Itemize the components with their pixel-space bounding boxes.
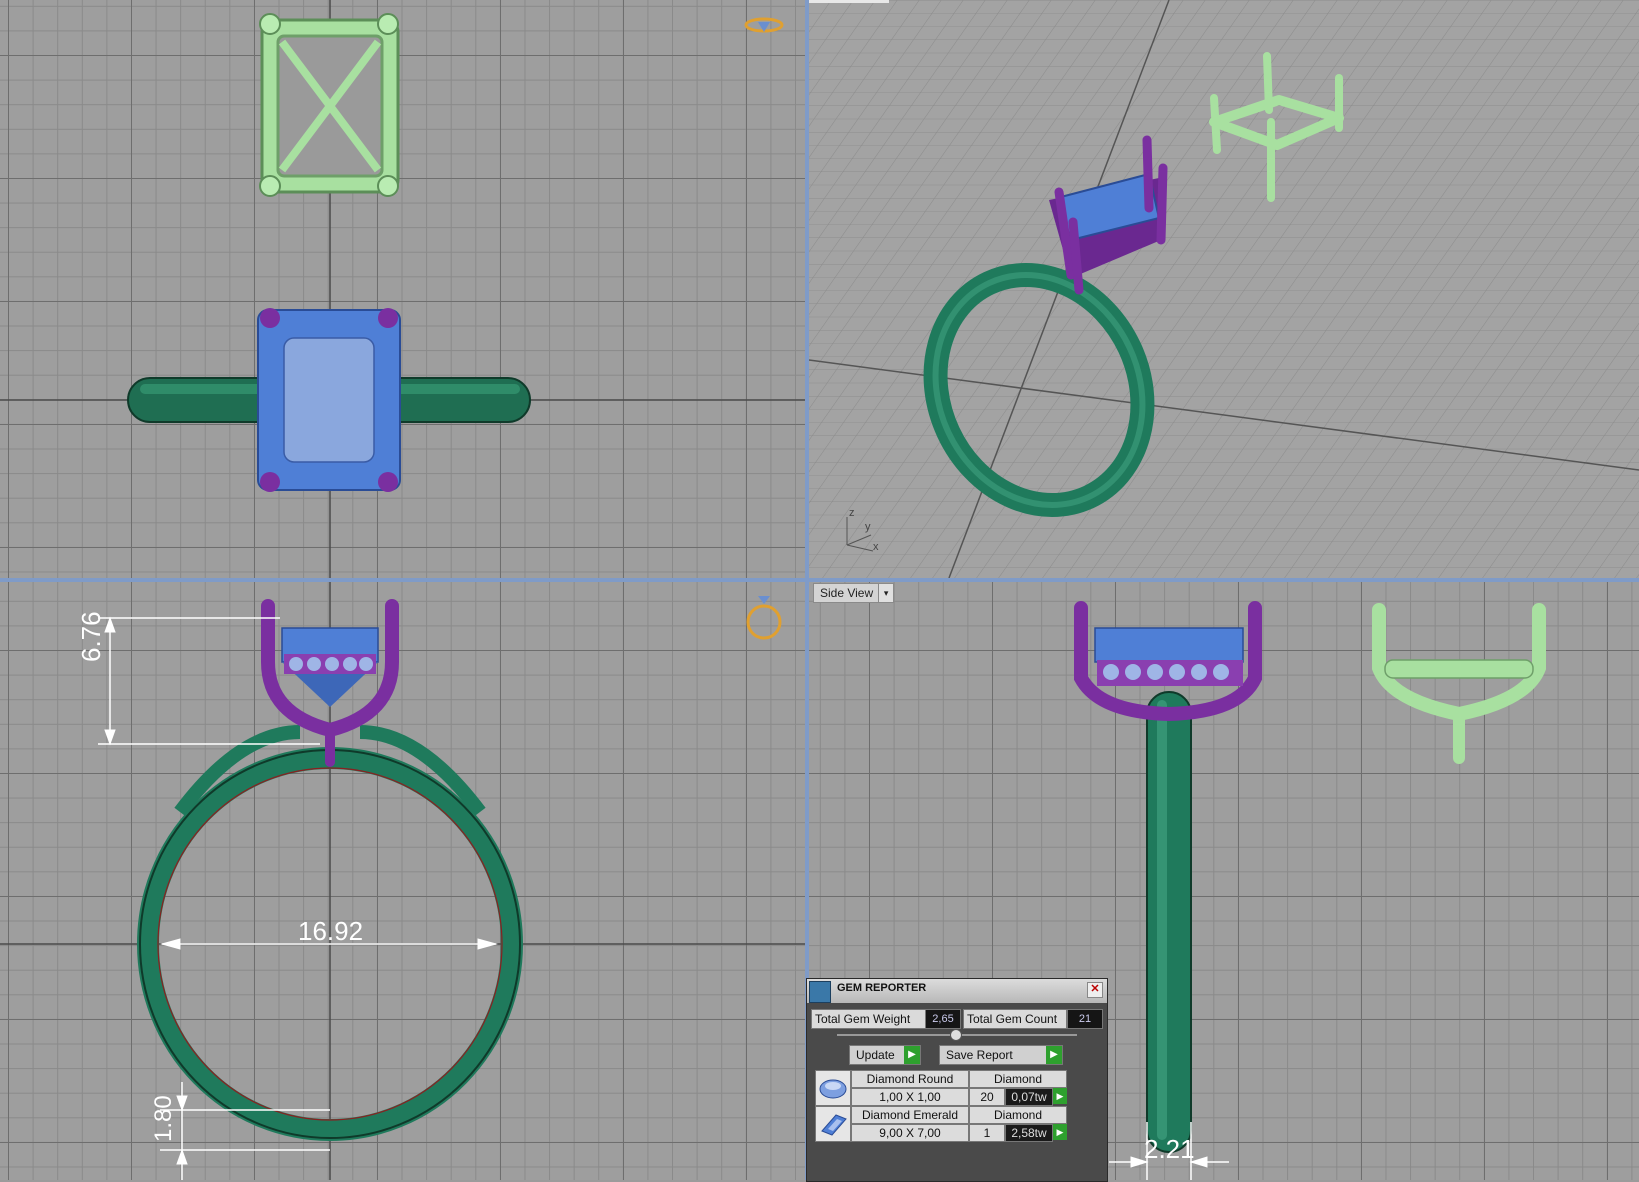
gem-material: Diamond xyxy=(969,1070,1067,1088)
dim-width-label: 2.21 xyxy=(1144,1134,1195,1164)
total-weight-label: Total Gem Weight xyxy=(811,1009,927,1029)
gem-list: Diamond Round Diamond 1,00 X 1,00 20 0,0… xyxy=(815,1070,1075,1142)
perspective-scene xyxy=(809,0,1639,578)
update-button-label: Update xyxy=(856,1048,895,1062)
update-button[interactable]: Update ▶ xyxy=(849,1045,921,1065)
play-icon[interactable]: ▶ xyxy=(1053,1124,1067,1140)
gem-count: 1 xyxy=(969,1124,1005,1142)
gem-row[interactable]: Diamond Round Diamond 1,00 X 1,00 20 0,0… xyxy=(815,1070,1075,1106)
gem-name: Diamond Emerald xyxy=(851,1106,969,1124)
front-view-ring-icon[interactable] xyxy=(744,590,784,642)
side-view-dropdown[interactable]: Side View ▾ xyxy=(813,583,895,603)
total-count-value: 21 xyxy=(1067,1009,1103,1029)
gem-weight: 2,58tw xyxy=(1005,1124,1053,1142)
round-gem-icon xyxy=(815,1070,851,1106)
side-view-label: Side View xyxy=(820,586,874,600)
mount-preview-top[interactable] xyxy=(259,13,400,197)
top-view-gem-icon[interactable] xyxy=(744,14,784,36)
gem-row[interactable]: Diamond Emerald Diamond 9,00 X 7,00 1 2,… xyxy=(815,1106,1075,1142)
gem-reporter-logo-icon xyxy=(809,981,831,1003)
gem-size: 9,00 X 7,00 xyxy=(851,1124,969,1142)
play-icon: ▶ xyxy=(904,1046,920,1064)
gem-reporter-titlebar[interactable]: GEM REPORTER ✕ xyxy=(807,979,1107,1003)
active-viewport-indicator xyxy=(809,0,889,3)
axis-x-label: x xyxy=(873,541,879,553)
ring-shank-side[interactable] xyxy=(1146,691,1192,1153)
axis-y-label: y xyxy=(865,521,871,533)
axis-z-label: z xyxy=(849,507,855,519)
dim-diameter-label: 16.92 xyxy=(298,916,364,946)
front-viewport[interactable]: 6.76 16.92 1.80 xyxy=(0,582,805,1180)
mount-preview-side[interactable] xyxy=(1372,603,1546,764)
chevron-down-icon[interactable]: ▾ xyxy=(878,584,894,602)
total-weight-value: 2,65 xyxy=(925,1009,961,1029)
play-icon[interactable]: ▶ xyxy=(1053,1088,1067,1104)
horizontal-splitter[interactable] xyxy=(0,578,1639,582)
gem-size: 1,00 X 1,00 xyxy=(851,1088,969,1106)
top-viewport[interactable] xyxy=(0,0,805,578)
axis-triad-icon: z y x xyxy=(839,505,885,560)
gem-name: Diamond Round xyxy=(851,1070,969,1088)
close-icon[interactable]: ✕ xyxy=(1087,982,1103,998)
save-report-label: Save Report xyxy=(946,1048,1013,1062)
emerald-gem-top[interactable] xyxy=(257,308,401,492)
emerald-gem-icon xyxy=(815,1106,851,1142)
save-report-button[interactable]: Save Report ▶ xyxy=(939,1045,1063,1065)
dim-thickness-label: 1.80 xyxy=(150,1095,177,1142)
gem-slider-handle[interactable] xyxy=(950,1029,962,1041)
total-count-label: Total Gem Count xyxy=(963,1009,1067,1029)
dim-height-label: 6.76 xyxy=(76,611,106,662)
gem-count: 20 xyxy=(969,1088,1005,1106)
play-icon: ▶ xyxy=(1046,1046,1062,1064)
front-view-scene xyxy=(0,582,805,1180)
top-view-scene xyxy=(0,0,805,578)
perspective-viewport[interactable]: z y x xyxy=(809,0,1639,578)
gem-material: Diamond xyxy=(969,1106,1067,1124)
gem-reporter-title: GEM REPORTER xyxy=(837,982,927,994)
gem-reporter-panel: GEM REPORTER ✕ Total Gem Weight 2,65 Tot… xyxy=(806,978,1108,1182)
gem-weight: 0,07tw xyxy=(1005,1088,1053,1106)
